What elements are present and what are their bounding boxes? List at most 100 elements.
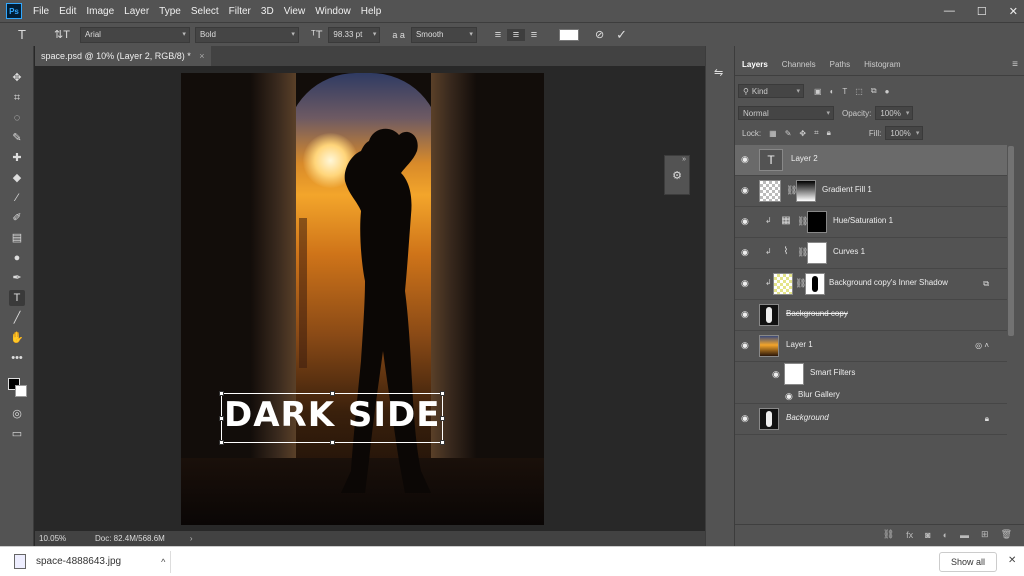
- eye-icon[interactable]: ◉: [741, 248, 751, 257]
- text-orientation-icon[interactable]: ⇅T: [48, 28, 76, 41]
- filter-type-icon[interactable]: T: [838, 87, 851, 96]
- font-family-select[interactable]: Arial ▾: [79, 26, 190, 43]
- tab-paths[interactable]: Paths: [823, 60, 857, 69]
- align-right-icon[interactable]: ≡: [525, 29, 543, 41]
- chevron-up-icon[interactable]: ^: [161, 557, 165, 567]
- menu-file[interactable]: File: [28, 6, 54, 17]
- menu-image[interactable]: Image: [81, 6, 119, 17]
- hand-tool-icon[interactable]: ✋: [9, 330, 25, 346]
- transform-handle[interactable]: [219, 440, 224, 445]
- close-tab-icon[interactable]: ×: [199, 51, 204, 61]
- trash-icon[interactable]: 🗑︎: [1001, 529, 1012, 540]
- adjustment-layer-icon[interactable]: ◐: [943, 530, 948, 540]
- eye-icon[interactable]: ◉: [741, 414, 751, 423]
- tab-channels[interactable]: Channels: [775, 60, 823, 69]
- scrollbar-thumb[interactable]: [1008, 146, 1014, 336]
- expand-panel-icon[interactable]: »: [665, 156, 689, 163]
- add-mask-icon[interactable]: ◙: [925, 530, 930, 540]
- eye-icon[interactable]: ◉: [741, 186, 751, 195]
- healing-brush-tool-icon[interactable]: ✚: [9, 150, 25, 166]
- filter-effects-icon[interactable]: ◎ ˄: [975, 341, 989, 350]
- quick-selection-tool-icon[interactable]: ✎: [9, 130, 25, 146]
- crop-tool-icon[interactable]: ⌗: [9, 90, 25, 106]
- menu-select[interactable]: Select: [186, 6, 224, 17]
- filter-kind-select[interactable]: ⚲ Kind ▾: [738, 84, 804, 98]
- maximize-button[interactable]: ☐: [977, 5, 987, 18]
- eye-icon[interactable]: ◉: [741, 341, 751, 350]
- menu-edit[interactable]: Edit: [54, 6, 81, 17]
- layer-row-inner-shadow[interactable]: ◉ ↲ ⛓ Background copy's Inner Shadow ⧉: [735, 269, 1007, 300]
- lock-all-icon[interactable]: 🔒︎: [823, 128, 835, 138]
- menu-filter[interactable]: Filter: [224, 6, 256, 17]
- layer-row-gradient-fill[interactable]: ◉ ⛓ Gradient Fill 1: [735, 176, 1007, 207]
- eye-icon[interactable]: ◉: [741, 310, 751, 319]
- layer-row-hue-saturation[interactable]: ◉ ↲ ▦ ⛓ Hue/Saturation 1: [735, 207, 1007, 238]
- collapsed-properties-panel[interactable]: » ⚙: [664, 155, 690, 195]
- minimize-button[interactable]: —: [944, 5, 955, 17]
- layer-row-layer-2[interactable]: ◉ T Layer 2: [735, 145, 1007, 176]
- menu-3d[interactable]: 3D: [256, 6, 279, 17]
- font-size-select[interactable]: 98.33 pt ▾: [328, 26, 381, 43]
- new-layer-icon[interactable]: ⊞: [981, 529, 989, 540]
- font-style-select[interactable]: Bold ▾: [194, 26, 299, 43]
- blur-tool-icon[interactable]: ●: [9, 250, 25, 266]
- tab-histogram[interactable]: Histogram: [857, 60, 907, 69]
- document-tab[interactable]: space.psd @ 10% (Layer 2, RGB/8) * ×: [35, 46, 211, 66]
- opacity-input[interactable]: 100% ▾: [875, 106, 914, 120]
- quick-mask-icon[interactable]: ◎: [9, 406, 25, 422]
- tab-layers[interactable]: Layers: [735, 60, 775, 69]
- background-color-swatch[interactable]: [15, 385, 27, 397]
- line-tool-icon[interactable]: ╱: [9, 310, 25, 326]
- lock-artboard-icon[interactable]: ⌗: [810, 128, 823, 138]
- more-tools-icon[interactable]: •••: [9, 350, 25, 366]
- layer-row-background-copy[interactable]: ◉ Background copy: [735, 300, 1007, 331]
- new-group-icon[interactable]: ▬: [960, 530, 969, 540]
- lasso-tool-icon[interactable]: ◌: [9, 110, 25, 126]
- pen-tool-icon[interactable]: ✒: [9, 270, 25, 286]
- gradient-tool-icon[interactable]: ▤: [9, 230, 25, 246]
- download-filename[interactable]: space-4888643.jpg: [36, 556, 121, 567]
- history-panel-icon[interactable]: ⇋: [714, 66, 723, 79]
- lock-image-icon[interactable]: ✎: [781, 129, 796, 138]
- canvas-area[interactable]: DARK SIDE » ⚙: [35, 66, 695, 531]
- fill-input[interactable]: 100% ▾: [885, 126, 924, 140]
- text-color-swatch[interactable]: [558, 28, 579, 41]
- blend-mode-select[interactable]: Normal ▾: [738, 106, 834, 120]
- eye-icon[interactable]: ◉: [772, 370, 782, 379]
- lock-position-icon[interactable]: ✥: [795, 129, 810, 138]
- close-icon[interactable]: ✕: [1008, 555, 1016, 566]
- filter-smart-object-icon[interactable]: ⧉: [867, 86, 881, 96]
- menu-type[interactable]: Type: [154, 6, 186, 17]
- eye-icon[interactable]: ◉: [741, 155, 751, 164]
- artboard-image[interactable]: DARK SIDE: [181, 73, 544, 525]
- menu-layer[interactable]: Layer: [119, 6, 154, 17]
- lock-transparent-icon[interactable]: ▦: [765, 129, 781, 138]
- status-menu-arrow-icon[interactable]: ›: [165, 534, 193, 543]
- layer-row-smart-filters[interactable]: ◉ Smart Filters ◉ Blur Gallery: [735, 362, 1007, 404]
- zoom-level[interactable]: 10.05%: [35, 534, 75, 543]
- eye-icon[interactable]: ◉: [785, 392, 795, 401]
- type-tool-icon[interactable]: T: [9, 290, 25, 306]
- close-button[interactable]: ✕: [1009, 5, 1018, 18]
- move-tool-icon[interactable]: ✥: [9, 70, 25, 86]
- transform-handle[interactable]: [330, 440, 335, 445]
- filter-toggle-icon[interactable]: ●: [881, 87, 894, 96]
- eraser-tool-icon[interactable]: ◆: [9, 170, 25, 186]
- fx-icon[interactable]: fx: [906, 530, 913, 540]
- eyedropper-tool-icon[interactable]: ⁄: [9, 190, 25, 206]
- filter-adjustment-icon[interactable]: ◐: [826, 87, 839, 96]
- layer-row-curves[interactable]: ◉ ↲ ⌇ ⛓ Curves 1: [735, 238, 1007, 269]
- eye-icon[interactable]: ◉: [741, 217, 751, 226]
- brush-tool-icon[interactable]: ✐: [9, 210, 25, 226]
- eye-icon[interactable]: ◉: [741, 279, 751, 288]
- panel-menu-icon[interactable]: ≡: [1012, 59, 1018, 70]
- properties-icon[interactable]: ⚙: [665, 169, 689, 182]
- transform-handle[interactable]: [440, 440, 445, 445]
- cancel-icon[interactable]: ⊘: [589, 28, 610, 41]
- layer-row-layer-1[interactable]: ◉ Layer 1 ◎ ˄: [735, 331, 1007, 362]
- align-left-icon[interactable]: ≡: [489, 29, 507, 41]
- screen-mode-icon[interactable]: ▭: [9, 426, 25, 442]
- show-all-button[interactable]: Show all: [939, 552, 997, 572]
- filter-pixel-icon[interactable]: ▣: [810, 87, 826, 96]
- link-layers-icon[interactable]: ⛓: [883, 529, 894, 540]
